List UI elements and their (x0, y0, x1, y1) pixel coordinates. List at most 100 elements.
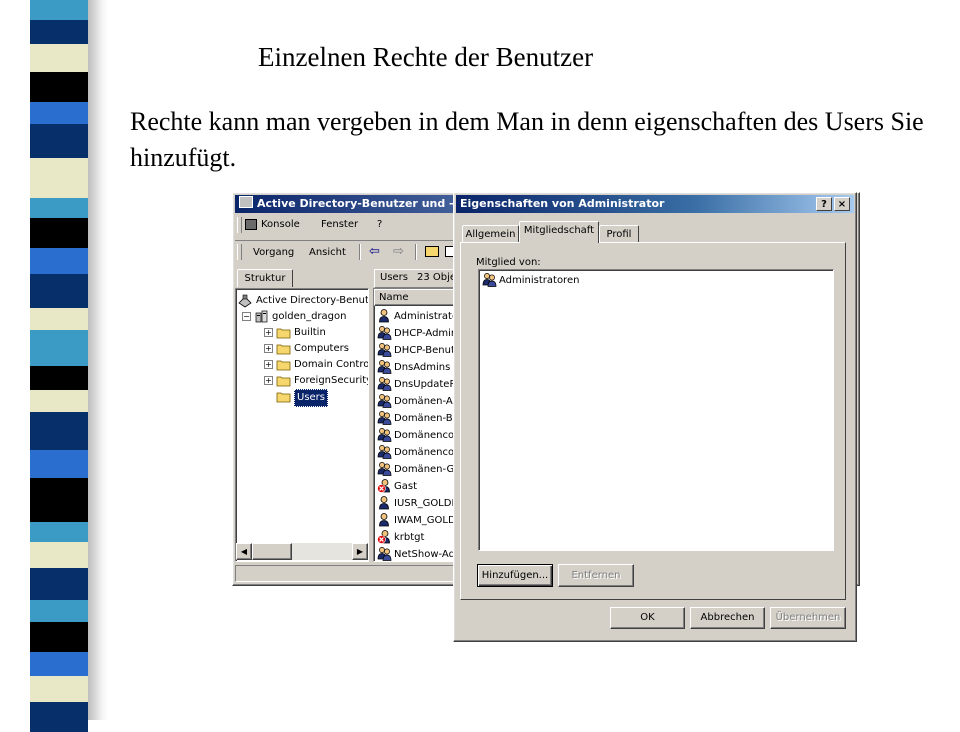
list-item[interactable]: Domänencor (374, 444, 457, 460)
slide-title: Einzelnen Rechte der Benutzer (258, 42, 594, 72)
apply-button[interactable]: Übernehmen (770, 607, 846, 629)
expand-icon[interactable]: + (264, 376, 273, 385)
list-item-label: IWAM_GOLD (394, 515, 456, 526)
tab-profil[interactable]: Profil (599, 225, 639, 243)
remove-button[interactable]: Entfernen (558, 564, 634, 587)
expand-icon[interactable]: + (264, 344, 273, 353)
forward-arrow-icon[interactable]: ⇨ (393, 244, 404, 259)
list-item-label: Domänen-Ac (394, 396, 457, 407)
disabled-user-icon (377, 529, 392, 544)
list-item[interactable]: Gast (374, 478, 456, 494)
menu-ansicht[interactable]: Ansicht (309, 247, 346, 258)
scroll-thumb[interactable] (252, 543, 292, 560)
ok-button[interactable]: OK (610, 607, 685, 629)
list-item[interactable]: DnsUpdateP (374, 376, 456, 392)
tree-horizontal-scrollbar[interactable]: ◀ ▶ (236, 543, 368, 560)
up-folder-icon[interactable] (425, 246, 439, 257)
close-icon[interactable]: × (834, 197, 850, 211)
tree-item-label: Active Directory-Benutz (256, 295, 368, 306)
tree-item[interactable]: + Domain Control (236, 356, 368, 372)
member-item[interactable]: Administratoren (479, 272, 679, 288)
stripe-segment (30, 652, 88, 676)
folder-icon (276, 373, 291, 388)
stripe-segment (30, 218, 88, 248)
member-container: Administratoren (479, 270, 831, 548)
list-container: Administrato DHCP-Admin DHCP-Benut DnsAdmin… (374, 307, 457, 561)
folder-icon (276, 357, 291, 372)
list-item[interactable]: Domänen-Ac (374, 393, 457, 409)
cancel-button[interactable]: Abbrechen (690, 607, 765, 629)
menu-vorgang[interactable]: Vorgang (253, 247, 294, 258)
tab-struktur-label: Struktur (244, 273, 286, 284)
list-item[interactable]: IUSR_GOLDE (374, 495, 457, 511)
add-button[interactable]: Hinzufügen... (477, 564, 553, 587)
menu-fenster[interactable]: Fenster (321, 219, 358, 230)
expand-icon[interactable]: + (264, 360, 273, 369)
list-item[interactable]: DnsAdmins (374, 359, 456, 375)
dialog-titlebar[interactable]: Eigenschaften von Administrator (456, 195, 854, 213)
menu-konsole[interactable]: Konsole (261, 219, 300, 230)
expand-icon[interactable]: + (264, 328, 273, 337)
stripe-segment (30, 676, 88, 702)
list-item[interactable]: NetShow-Ad (374, 546, 456, 561)
stripe-segment (30, 20, 88, 44)
tab-struktur[interactable]: Struktur (237, 269, 293, 287)
list-item[interactable]: Domänencor (374, 427, 456, 443)
tree-item[interactable]: − golden_dragon (236, 308, 368, 324)
scroll-left-button[interactable]: ◀ (236, 543, 252, 560)
tab-allgemein[interactable]: Allgemein (462, 225, 519, 243)
group-icon (377, 359, 392, 374)
list-item[interactable]: IWAM_GOLD (374, 512, 456, 528)
list-item[interactable]: krbtgt (374, 529, 456, 545)
stripe-segment (30, 72, 88, 102)
tree-item-label: Domain Control (294, 359, 368, 370)
menu-help[interactable]: ? (377, 219, 382, 230)
stripe-segment (30, 390, 88, 412)
list-item-label: NetShow-Ad (394, 549, 455, 560)
directory-icon (239, 196, 253, 208)
group-icon (377, 461, 392, 476)
tree-item[interactable]: + Computers (236, 340, 368, 356)
list-item-label: Domänencor (394, 447, 457, 458)
tree-item-label: Computers (294, 343, 349, 354)
stripe-segment (30, 158, 88, 198)
list-item-label: IUSR_GOLDE (394, 498, 457, 509)
menubar-grip (237, 217, 242, 233)
list-item-label: krbtgt (394, 532, 425, 543)
tree-item[interactable]: Active Directory-Benutz (236, 292, 368, 308)
stripe-segment (30, 702, 88, 732)
stripe-segment (30, 366, 88, 390)
tree-item[interactable]: Users (236, 388, 368, 407)
list-item-label: Domänen-Gä (394, 464, 457, 475)
collapse-icon[interactable]: − (242, 312, 251, 321)
member-of-list[interactable]: Administratoren (478, 269, 834, 551)
list-item-label: DHCP-Benut (394, 345, 455, 356)
list-item[interactable]: DHCP-Admin (374, 325, 456, 341)
list-item[interactable]: Domänen-Be (374, 410, 456, 426)
folder-icon (276, 325, 291, 340)
stripe-segment (30, 0, 88, 20)
tree-pane: Active Directory-Benutz − golden_dragon + Bu… (235, 288, 369, 562)
disabled-user-icon (377, 478, 392, 493)
member-of-label: Mitglied von: (476, 257, 541, 268)
list-item[interactable]: Domänen-Gä (374, 461, 457, 477)
group-icon (377, 546, 392, 561)
list-item-label: Administrato (394, 311, 457, 322)
stripe-segment (30, 124, 88, 158)
scroll-right-button[interactable]: ▶ (352, 543, 368, 560)
tab-mitgliedschaft[interactable]: Mitgliedschaft (519, 221, 599, 243)
toolbar-separator-2 (415, 244, 417, 260)
member-item-label: Administratoren (499, 275, 580, 286)
list-item[interactable]: Administrato (374, 308, 457, 324)
konsole-icon (245, 219, 257, 230)
tree-item[interactable]: + ForeignSecurity (236, 372, 368, 388)
right-pane-header: Users 23 Obje (374, 269, 456, 288)
status-bar (235, 565, 457, 582)
tree-item-label: ForeignSecurity (294, 375, 368, 386)
column-header-name[interactable]: Name (374, 289, 456, 306)
list-item[interactable]: DHCP-Benut (374, 342, 456, 358)
back-arrow-icon[interactable]: ⇦ (369, 244, 380, 259)
tree-item[interactable]: + Builtin (236, 324, 368, 340)
tree-item-label: Builtin (294, 327, 326, 338)
help-title-button[interactable]: ? (816, 197, 832, 211)
